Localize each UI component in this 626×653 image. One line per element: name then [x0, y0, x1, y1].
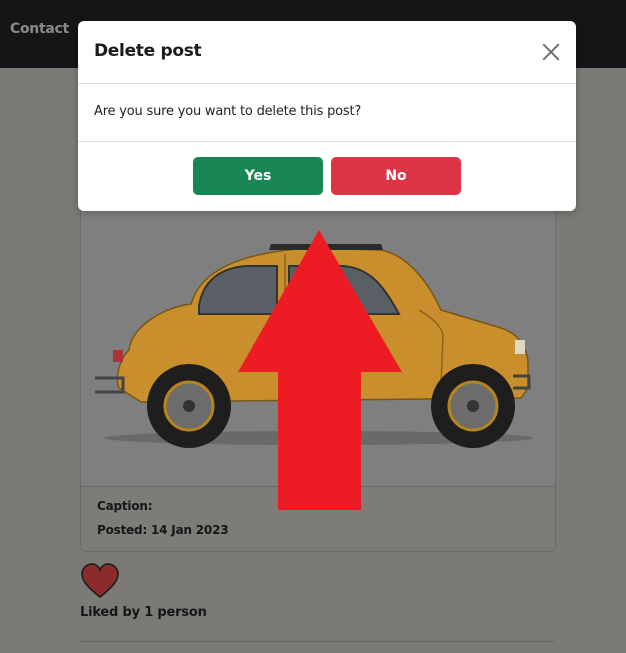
post-caption: Caption: — [97, 499, 153, 513]
no-button[interactable]: No — [331, 157, 461, 195]
modal-title: Delete post — [94, 41, 202, 61]
yes-button[interactable]: Yes — [193, 157, 323, 195]
modal-footer: Yes No — [78, 142, 576, 211]
post-date: Posted: 14 Jan 2023 — [97, 523, 229, 537]
modal-body: Are you sure you want to delete this pos… — [78, 84, 576, 142]
divider — [80, 641, 554, 642]
post-image[interactable] — [81, 209, 555, 487]
modal-header: Delete post — [78, 21, 576, 84]
likes-count: Liked by 1 person — [80, 605, 207, 620]
like-heart-icon[interactable] — [80, 562, 120, 602]
post-card: Caption: Posted: 14 Jan 2023 — [80, 188, 556, 552]
close-icon[interactable] — [540, 41, 562, 63]
nav-link-contact[interactable]: Contact — [10, 21, 69, 37]
delete-post-modal: Delete post Are you sure you want to del… — [78, 21, 576, 211]
modal-message: Are you sure you want to delete this pos… — [94, 104, 362, 119]
car-image — [81, 210, 555, 486]
